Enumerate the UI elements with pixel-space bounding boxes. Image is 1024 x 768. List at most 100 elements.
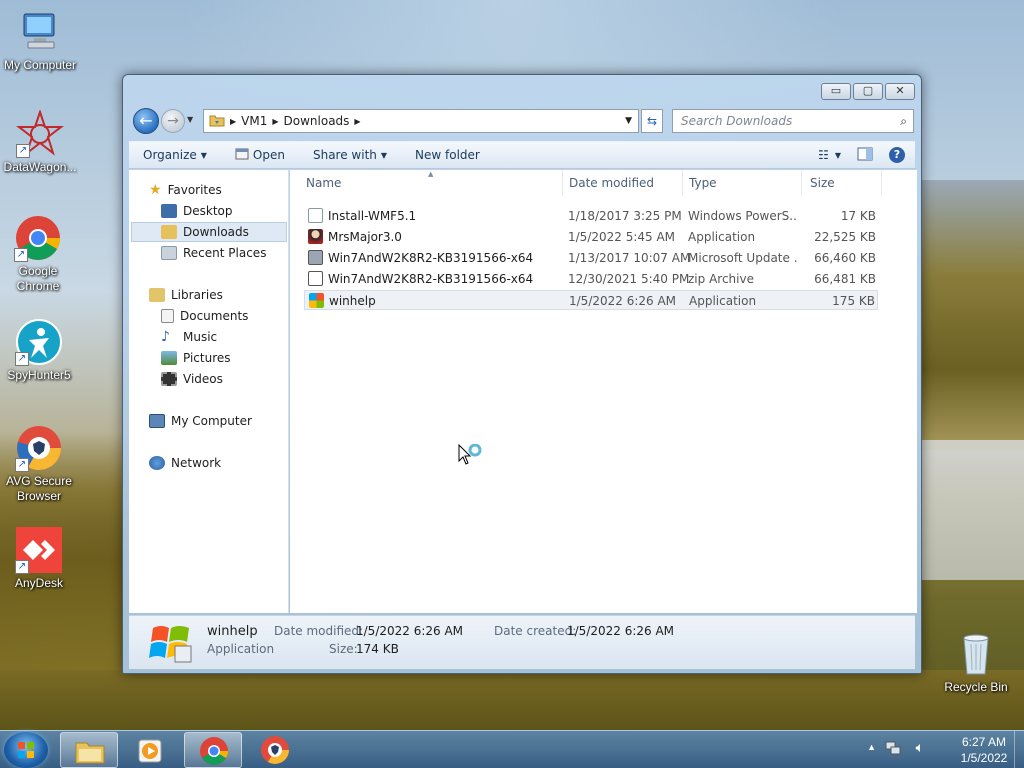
new-folder-button[interactable]: New folder bbox=[401, 148, 494, 162]
change-view-button[interactable]: ☷ ▼ bbox=[818, 148, 841, 162]
application-icon bbox=[308, 229, 323, 244]
column-header-size[interactable]: Size bbox=[802, 170, 882, 196]
window-caption-buttons: ▭ ▢ ✕ bbox=[821, 83, 915, 100]
file-name: Win7AndW2K8R2-KB3191566-x64 bbox=[328, 251, 534, 265]
nav-videos-label: Videos bbox=[183, 372, 223, 386]
file-size: 175 KB bbox=[832, 294, 875, 308]
libraries-icon bbox=[149, 288, 165, 302]
avg-browser-icon bbox=[261, 736, 289, 764]
show-hidden-icons-button[interactable]: ▲ bbox=[867, 742, 876, 752]
nav-documents[interactable]: Documents bbox=[161, 306, 248, 326]
file-size: 66,460 KB bbox=[814, 251, 876, 265]
file-name: Install-WMF5.1 bbox=[328, 209, 417, 223]
datawagon-icon: ↗ bbox=[16, 108, 64, 158]
file-row-selected[interactable]: winhelp 1/5/2022 6:26 AM Application 175… bbox=[304, 290, 878, 310]
nav-videos[interactable]: Videos bbox=[161, 369, 223, 389]
network-icon bbox=[149, 456, 165, 470]
file-row[interactable]: Install-WMF5.1 1/18/2017 3:25 PM Windows… bbox=[304, 206, 878, 226]
desktop-icon-my-computer[interactable]: My Computer bbox=[0, 8, 80, 73]
details-date-modified: 1/5/2022 6:26 AM bbox=[356, 624, 464, 638]
taskbar-explorer-button[interactable] bbox=[60, 732, 118, 768]
desktop-icon-label: DataWagon... bbox=[3, 160, 77, 174]
file-type: Application bbox=[688, 230, 756, 244]
nav-libraries-label: Libraries bbox=[171, 288, 223, 302]
nav-network[interactable]: Network bbox=[149, 453, 221, 473]
desktop-icon-label: AnyDesk bbox=[14, 576, 64, 590]
nav-favorites[interactable]: ★ Favorites bbox=[149, 180, 222, 200]
file-type: zip Archive bbox=[688, 272, 754, 286]
desktop-icon-anydesk[interactable]: ↗ AnyDesk bbox=[0, 526, 79, 591]
breadcrumb-separator[interactable]: ▶ bbox=[354, 117, 360, 126]
desktop-icon-recycle-bin[interactable]: Recycle Bin bbox=[936, 630, 1016, 695]
address-dropdown[interactable]: ▼ bbox=[619, 116, 638, 126]
network-tray-icon[interactable] bbox=[884, 739, 902, 760]
nav-pictures[interactable]: Pictures bbox=[161, 348, 231, 368]
help-icon[interactable]: ? bbox=[889, 147, 905, 163]
file-type: Windows PowerS... bbox=[688, 209, 798, 223]
taskbar: ▲ 🔈︎ 6:27 AM 1/5/2022 bbox=[0, 730, 1024, 768]
desktop-icon-google-chrome[interactable]: ↗ Google Chrome bbox=[0, 214, 78, 294]
star-icon: ★ bbox=[149, 182, 162, 198]
refresh-button[interactable]: ⇆ bbox=[641, 109, 663, 133]
desktop-icon-datawagon[interactable]: ↗ DataWagon... bbox=[0, 108, 80, 175]
explorer-window[interactable]: ▭ ▢ ✕ ← → ▼ ▶ VM1 ▶ Downloads ▶ ▼ ⇆ Sear… bbox=[122, 74, 922, 674]
nav-recent-places[interactable]: Recent Places bbox=[161, 243, 266, 263]
show-desktop-button[interactable] bbox=[1014, 731, 1024, 768]
shortcut-arrow-icon: ↗ bbox=[14, 248, 28, 262]
file-row[interactable]: Win7AndW2K8R2-KB3191566-x64 12/30/2021 5… bbox=[304, 269, 878, 289]
column-header-name[interactable]: Name ▲ bbox=[298, 170, 563, 196]
desktop-icon-spyhunter5[interactable]: ↗ SpyHunter5 bbox=[0, 318, 79, 383]
close-button[interactable]: ✕ bbox=[885, 83, 915, 100]
preview-pane-button[interactable] bbox=[857, 147, 873, 164]
volume-icon[interactable]: 🔈︎ bbox=[916, 739, 924, 756]
chrome-icon bbox=[200, 737, 228, 765]
breadcrumb-vm1[interactable]: VM1 bbox=[236, 114, 272, 128]
maximize-button[interactable]: ▢ bbox=[853, 83, 883, 100]
nav-music[interactable]: ♪ Music bbox=[161, 327, 217, 347]
share-with-button[interactable]: Share with ▼ bbox=[299, 148, 401, 162]
file-date: 1/13/2017 10:07 AM bbox=[568, 251, 691, 265]
file-size: 17 KB bbox=[840, 209, 876, 223]
file-date: 12/30/2021 5:40 PM bbox=[568, 272, 690, 286]
search-input[interactable]: Search Downloads ⌕ bbox=[672, 109, 914, 133]
taskbar-media-player-button[interactable] bbox=[122, 732, 180, 768]
column-header-type[interactable]: Type bbox=[681, 170, 802, 196]
update-package-icon bbox=[308, 250, 323, 265]
breadcrumb-downloads[interactable]: Downloads bbox=[279, 114, 355, 128]
back-button[interactable]: ← bbox=[133, 108, 159, 134]
shortcut-arrow-icon: ↗ bbox=[16, 144, 30, 158]
search-icon[interactable]: ⌕ bbox=[900, 114, 907, 129]
start-button[interactable] bbox=[4, 732, 48, 768]
file-list[interactable]: Name ▲ Date modified Type Size Install-W… bbox=[290, 170, 917, 613]
column-header-date[interactable]: Date modified bbox=[561, 170, 683, 196]
nav-my-computer[interactable]: My Computer bbox=[149, 411, 252, 431]
recent-pages-dropdown[interactable]: ▼ bbox=[187, 115, 193, 124]
wallpaper-mist bbox=[920, 440, 1024, 580]
nav-libraries[interactable]: Libraries bbox=[149, 285, 223, 305]
music-icon: ♪ bbox=[161, 329, 170, 345]
forward-button[interactable]: → bbox=[161, 109, 185, 133]
taskbar-avg-browser-button[interactable] bbox=[246, 732, 304, 768]
file-name: MrsMajor3.0 bbox=[328, 230, 402, 244]
shortcut-arrow-icon: ↗ bbox=[15, 352, 29, 366]
file-row[interactable]: Win7AndW2K8R2-KB3191566-x64 1/13/2017 10… bbox=[304, 248, 878, 268]
file-type: Microsoft Update ... bbox=[688, 251, 798, 265]
clock[interactable]: 6:27 AM 1/5/2022 bbox=[954, 734, 1014, 766]
new-folder-label: New folder bbox=[415, 148, 480, 162]
nav-desktop[interactable]: Desktop bbox=[161, 201, 233, 221]
nav-downloads[interactable]: Downloads bbox=[131, 222, 287, 242]
file-row[interactable]: MrsMajor3.0 1/5/2022 5:45 AM Application… bbox=[304, 227, 878, 247]
desktop-icon-avg-secure-browser[interactable]: ↗ AVG Secure Browser bbox=[0, 424, 79, 504]
taskbar-chrome-button[interactable] bbox=[184, 732, 242, 768]
address-bar[interactable]: ▶ VM1 ▶ Downloads ▶ ▼ bbox=[203, 109, 639, 133]
navigation-pane: ★ Favorites Desktop Downloads Recent Pla… bbox=[129, 170, 289, 613]
open-button[interactable]: Open bbox=[221, 147, 299, 164]
nav-pictures-label: Pictures bbox=[183, 351, 231, 365]
organize-button[interactable]: Organize ▼ bbox=[129, 148, 221, 162]
details-file-kind: Application bbox=[207, 642, 275, 656]
file-name: Win7AndW2K8R2-KB3191566-x64 bbox=[328, 272, 534, 286]
minimize-button[interactable]: ▭ bbox=[821, 83, 851, 100]
file-date: 1/18/2017 3:25 PM bbox=[568, 209, 682, 223]
desktop-icon-label: My Computer bbox=[3, 58, 77, 72]
nav-my-computer-label: My Computer bbox=[171, 414, 252, 428]
